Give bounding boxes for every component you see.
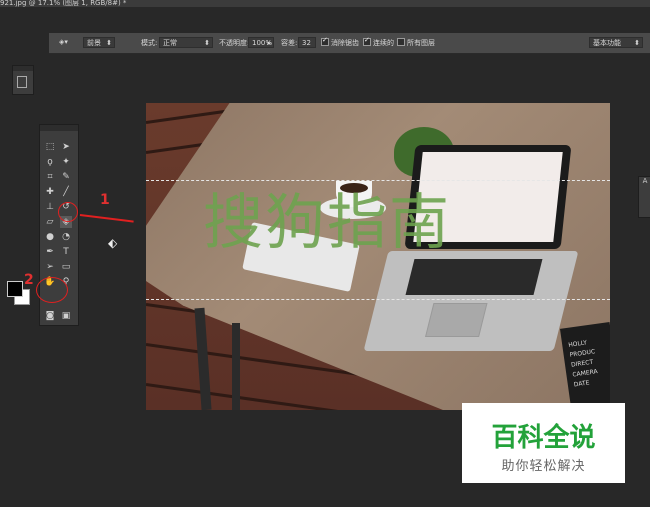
screen-mode-icon[interactable]: ▣ [60,310,72,322]
opacity-label: 不透明度: [219,39,250,47]
opacity-field[interactable]: 100% ▸ [248,37,274,48]
clapper-line: HOLLY [567,339,588,349]
tolerance-field[interactable]: 32 [298,37,316,48]
history-icon[interactable] [17,76,27,88]
clapper-line: DIRECT [570,358,594,369]
tolerance-label: 容差: [281,39,298,47]
antialias-checkbox[interactable]: 消除锯齿 [321,36,359,48]
crop-icon[interactable]: ⌗ [44,171,56,183]
toolbox-grip[interactable] [40,125,78,131]
annotation-label-1: 1 [100,192,110,208]
table-leg [194,307,212,410]
laptop-base [363,251,579,351]
table-leg [232,323,240,410]
site-badge: 百科全说 助你轻松解决 [462,403,625,483]
move-icon[interactable]: ➤ [60,141,72,153]
collapsed-panel[interactable] [12,65,34,95]
annotation-label-2: 2 [24,272,34,288]
annotation-arrow [79,214,134,223]
clapper-line: DATE [573,379,590,389]
badge-title: 百科全说 [491,423,596,453]
path-select-icon[interactable]: ➢ [44,261,56,273]
document-tab[interactable]: 921.jpg @ 17.1% (图层 1, RGB/8#) * [0,0,126,8]
eraser-icon[interactable]: ▱ [44,216,56,228]
dodge-icon[interactable]: ◔ [60,231,72,243]
type-icon[interactable]: T [60,246,72,258]
lasso-icon[interactable]: ϙ [44,156,56,168]
quick-mask-icon[interactable]: ◙ [44,310,56,322]
paint-bucket-cursor-icon: ⬖ [108,236,118,250]
watermark-text: 搜狗指南 [203,188,451,258]
mode-select[interactable]: 正常 ⬍ [159,37,213,48]
paint-bucket-icon[interactable]: ◈▾ [59,38,68,46]
annotation-circle-bucket [58,202,78,222]
keyboard [405,259,543,295]
document-tab-bar: 921.jpg @ 17.1% (图层 1, RGB/8#) * [0,0,650,7]
annotation-circle-swatch [36,277,68,303]
clapper-line: CAMERA [572,368,599,379]
blur-icon[interactable]: ● [44,231,56,243]
pen-icon[interactable]: ✒ [44,246,56,258]
clone-stamp-icon[interactable]: ⊥ [44,201,56,213]
collapsed-right-panel[interactable]: A [638,176,650,218]
panel-grip[interactable] [13,66,33,71]
badge-subtitle: 助你轻松解决 [501,459,586,474]
all-layers-check-icon [397,38,405,46]
foreground-color-swatch[interactable] [7,281,23,297]
fill-source-select[interactable]: 前景 ⬍ [83,37,115,48]
workspace-select[interactable]: 基本功能 ⬍ [589,37,643,48]
clapper-line: PRODUC [569,348,596,359]
marquee-icon[interactable]: ⬚ [44,141,56,153]
brush-icon[interactable]: ╱ [60,186,72,198]
healing-icon[interactable]: ✚ [44,186,56,198]
trackpad [425,303,488,337]
contiguous-checkbox[interactable]: 连续的 [363,36,394,48]
shape-icon[interactable]: ▭ [60,261,72,273]
all-layers-checkbox[interactable]: 所有图层 [397,38,435,48]
eyedropper-icon[interactable]: ✎ [60,171,72,183]
magic-wand-icon[interactable]: ✦ [60,156,72,168]
character-panel-icon[interactable]: A [643,177,648,185]
antialias-check-icon [321,36,329,46]
options-bar: ◈▾ 前景⬍ 模式: 正常⬍ 不透明度: 100%▸ 容差: 32 消除锯齿 连… [49,33,650,54]
contiguous-check-icon [363,36,371,46]
mode-label: 模式: [141,39,158,47]
